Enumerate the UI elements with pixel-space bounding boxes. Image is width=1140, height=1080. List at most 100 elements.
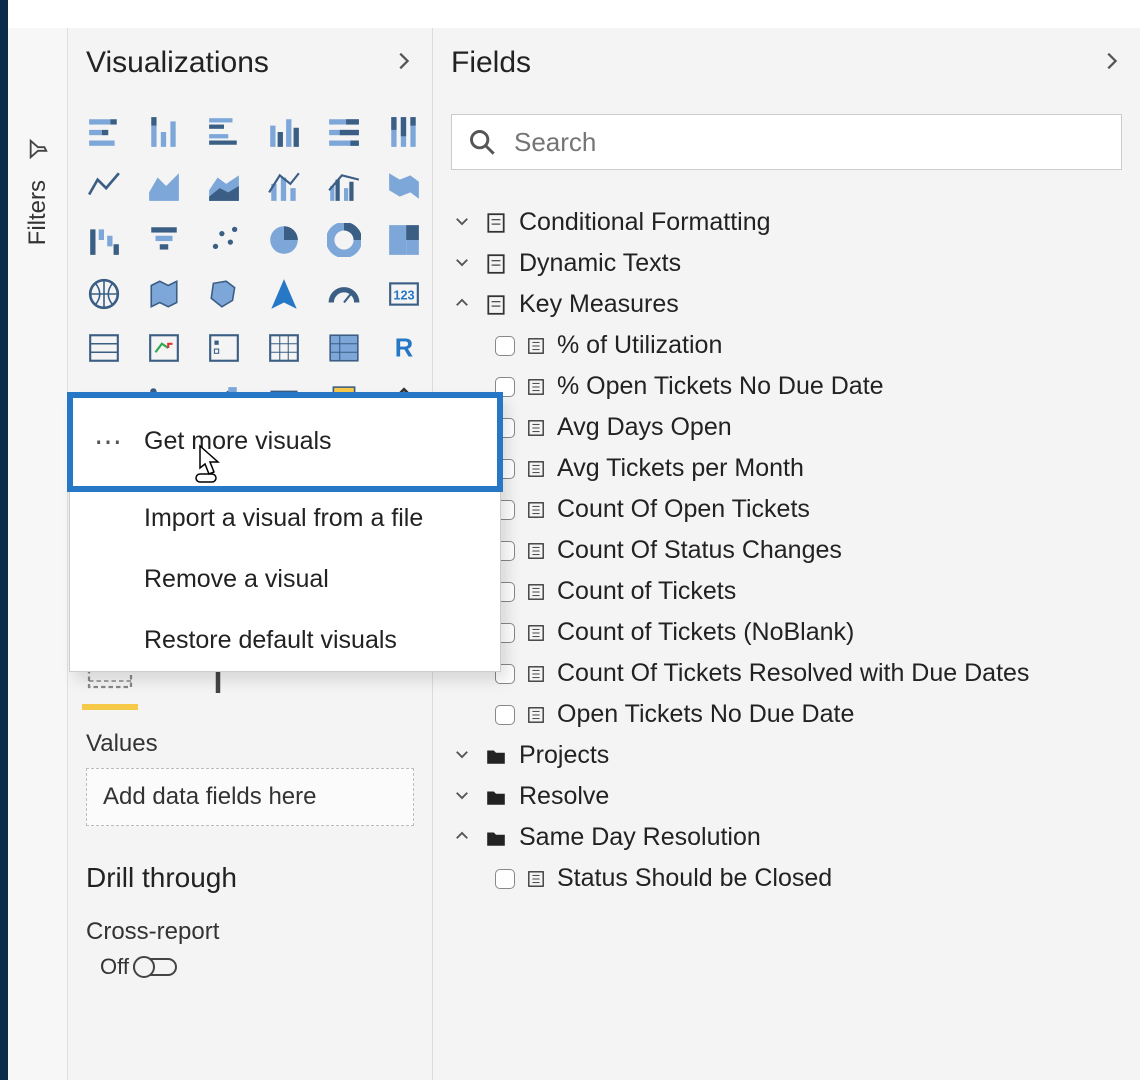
fields-search-input[interactable] bbox=[512, 126, 1105, 159]
fields-table-row[interactable]: Projects bbox=[451, 735, 1122, 776]
svg-text:R: R bbox=[395, 335, 413, 363]
viz-table-icon[interactable] bbox=[266, 330, 302, 366]
viz-100pct-bar-icon[interactable] bbox=[326, 114, 362, 150]
measure-name: Avg Days Open bbox=[557, 413, 732, 442]
expand-caret-icon[interactable] bbox=[451, 825, 473, 851]
viz-line-icon[interactable] bbox=[86, 168, 122, 204]
field-checkbox[interactable] bbox=[495, 336, 515, 356]
fields-measure-row[interactable]: Count Of Status Changes bbox=[451, 530, 1122, 571]
filters-label: Filters bbox=[24, 180, 52, 245]
viz-area-icon[interactable] bbox=[146, 168, 182, 204]
filters-rail[interactable]: Filters bbox=[8, 28, 68, 1080]
funnel-icon bbox=[27, 138, 49, 160]
fields-table-row[interactable]: Resolve bbox=[451, 776, 1122, 817]
values-label: Values bbox=[86, 730, 414, 758]
fields-measure-row[interactable]: Open Tickets No Due Date bbox=[451, 694, 1122, 735]
visualizations-title: Visualizations bbox=[86, 46, 269, 80]
values-dropzone[interactable]: Add data fields here bbox=[86, 768, 414, 826]
fields-measure-row[interactable]: % Open Tickets No Due Date bbox=[451, 366, 1122, 407]
ctx-restore-visuals[interactable]: Restore default visuals bbox=[70, 610, 500, 671]
measure-name: Open Tickets No Due Date bbox=[557, 700, 854, 729]
viz-kpi-icon[interactable] bbox=[146, 330, 182, 366]
viz-funnel-icon[interactable] bbox=[146, 222, 182, 258]
viz-azure-map-icon[interactable] bbox=[266, 276, 302, 312]
fields-measure-row[interactable]: Avg Days Open bbox=[451, 407, 1122, 448]
expand-caret-icon[interactable] bbox=[451, 784, 473, 810]
fields-measure-row[interactable]: Count Of Tickets Resolved with Due Dates bbox=[451, 653, 1122, 694]
viz-matrix-icon[interactable] bbox=[326, 330, 362, 366]
viz-shape-map-icon[interactable] bbox=[206, 276, 242, 312]
fields-table-row[interactable]: Same Day Resolution bbox=[451, 817, 1122, 858]
expand-caret-icon[interactable] bbox=[451, 251, 473, 277]
table-icon bbox=[485, 827, 507, 849]
viz-line-stacked-column-icon[interactable] bbox=[266, 168, 302, 204]
fields-tree: Conditional Formatting Dynamic TextsKey M… bbox=[451, 202, 1122, 899]
expand-caret-icon[interactable] bbox=[451, 210, 473, 236]
fields-measure-row[interactable]: Count of Tickets (NoBlank) bbox=[451, 612, 1122, 653]
measure-name: Count Of Status Changes bbox=[557, 536, 842, 565]
measure-name: Count Of Tickets Resolved with Due Dates bbox=[557, 659, 1029, 688]
viz-gauge-icon[interactable] bbox=[326, 276, 362, 312]
viz-scatter-icon[interactable] bbox=[206, 222, 242, 258]
field-checkbox[interactable] bbox=[495, 869, 515, 889]
visualization-picker: 123 R Py bbox=[86, 114, 414, 420]
table-icon bbox=[485, 294, 507, 316]
ctx-get-more-label: Get more visuals bbox=[144, 427, 332, 456]
table-icon bbox=[485, 212, 507, 234]
fields-measure-row[interactable]: Status Should be Closed bbox=[451, 858, 1122, 899]
ctx-remove-visual[interactable]: Remove a visual bbox=[70, 549, 500, 610]
svg-text:123: 123 bbox=[393, 287, 414, 302]
viz-stacked-column-icon[interactable] bbox=[146, 114, 182, 150]
viz-card-icon[interactable]: 123 bbox=[386, 276, 422, 312]
table-name: Conditional Formatting bbox=[519, 208, 771, 237]
viz-clustered-bar-icon[interactable] bbox=[206, 114, 242, 150]
table-icon bbox=[485, 253, 507, 275]
ctx-restore-label: Restore default visuals bbox=[144, 626, 397, 655]
cross-report-label: Cross-report bbox=[86, 918, 414, 946]
fields-measure-row[interactable]: Count Of Open Tickets bbox=[451, 489, 1122, 530]
fields-table-row[interactable]: Dynamic Texts bbox=[451, 243, 1122, 284]
viz-waterfall-icon[interactable] bbox=[86, 222, 122, 258]
measure-name: Avg Tickets per Month bbox=[557, 454, 804, 483]
viz-donut-icon[interactable] bbox=[326, 222, 362, 258]
viz-slicer-icon[interactable] bbox=[206, 330, 242, 366]
fields-table-row[interactable]: Key Measures bbox=[451, 284, 1122, 325]
viz-stacked-area-icon[interactable] bbox=[206, 168, 242, 204]
table-icon bbox=[485, 786, 507, 808]
fields-table-row[interactable]: Conditional Formatting bbox=[451, 202, 1122, 243]
viz-stacked-bar-icon[interactable] bbox=[86, 114, 122, 150]
fields-measure-row[interactable]: % of Utilization bbox=[451, 325, 1122, 366]
viz-pie-icon[interactable] bbox=[266, 222, 302, 258]
viz-100pct-column-icon[interactable] bbox=[386, 114, 422, 150]
collapse-fields-chevron[interactable] bbox=[1100, 46, 1122, 80]
viz-multirow-card-icon[interactable] bbox=[86, 330, 122, 366]
viz-ribbon-icon[interactable] bbox=[386, 168, 422, 204]
expand-caret-icon[interactable] bbox=[451, 292, 473, 318]
viz-line-clustered-column-icon[interactable] bbox=[326, 168, 362, 204]
collapse-visualizations-chevron[interactable] bbox=[392, 46, 414, 80]
measure-name: Count Of Open Tickets bbox=[557, 495, 810, 524]
fields-measure-row[interactable]: Avg Tickets per Month bbox=[451, 448, 1122, 489]
viz-clustered-column-icon[interactable] bbox=[266, 114, 302, 150]
visuals-context-menu: ⋯ Get more visuals Import a visual from … bbox=[69, 394, 501, 672]
fields-measure-row[interactable]: Count of Tickets bbox=[451, 571, 1122, 612]
field-checkbox[interactable] bbox=[495, 705, 515, 725]
viz-map-icon[interactable] bbox=[86, 276, 122, 312]
fields-title: Fields bbox=[451, 46, 531, 80]
measure-name: Count of Tickets (NoBlank) bbox=[557, 618, 854, 647]
measure-icon bbox=[527, 419, 545, 437]
ctx-import-label: Import a visual from a file bbox=[144, 504, 423, 533]
measure-icon bbox=[527, 870, 545, 888]
measure-icon bbox=[527, 501, 545, 519]
viz-r-script-icon[interactable]: R bbox=[386, 330, 422, 366]
viz-filled-map-icon[interactable] bbox=[146, 276, 182, 312]
cross-report-toggle[interactable] bbox=[133, 958, 177, 976]
expand-caret-icon[interactable] bbox=[451, 743, 473, 769]
ctx-get-more-visuals[interactable]: ⋯ Get more visuals bbox=[70, 395, 500, 488]
table-icon bbox=[485, 745, 507, 767]
viz-treemap-icon[interactable] bbox=[386, 222, 422, 258]
measure-name: Status Should be Closed bbox=[557, 864, 832, 893]
ctx-import-visual[interactable]: Import a visual from a file bbox=[70, 488, 500, 549]
drill-through-header: Drill through bbox=[86, 862, 414, 894]
fields-search-box[interactable] bbox=[451, 114, 1122, 170]
